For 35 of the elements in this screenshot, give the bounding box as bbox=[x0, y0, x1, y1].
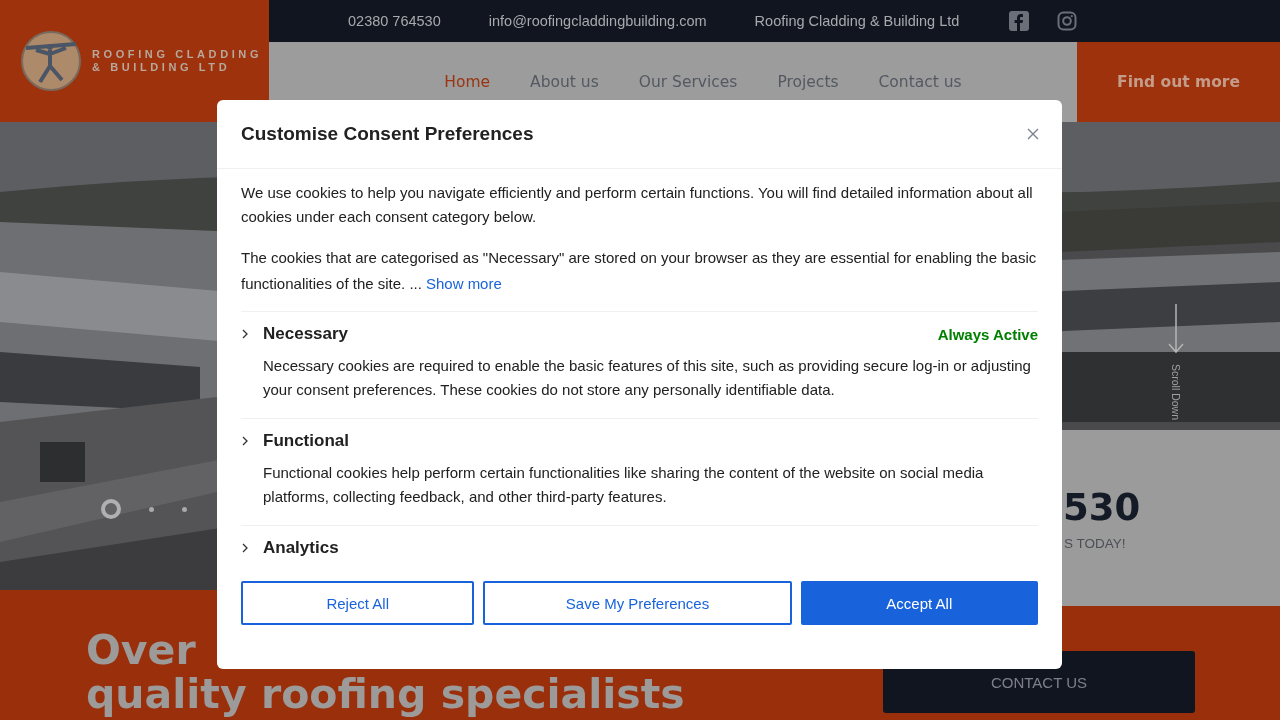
chevron-icon[interactable] bbox=[241, 329, 249, 339]
chevron-icon[interactable] bbox=[241, 543, 249, 553]
call-caption: S TODAY! bbox=[1064, 536, 1126, 551]
category-description: Functional cookies help perform certain functionalities like sharing the content of the website on social media platforms, collecting feedback, and other third-party features. bbox=[263, 463, 985, 507]
category-title[interactable]: Functional bbox=[263, 431, 1038, 451]
headline: Over bbox=[86, 628, 197, 672]
category-title[interactable]: Analytics bbox=[263, 538, 1038, 558]
show-more-link[interactable]: Show more bbox=[425, 275, 502, 292]
phone-number: 530 bbox=[1063, 486, 1141, 529]
instagram-icon[interactable] bbox=[1057, 11, 1078, 31]
logo-text: & BUILDING LTD bbox=[92, 61, 232, 74]
down-arrow-icon bbox=[1168, 304, 1184, 354]
carousel-dot[interactable] bbox=[149, 506, 154, 512]
company-name: Roofing Cladding & Building Ltd bbox=[754, 13, 960, 29]
consent-text: The cookies that are categorised as "Necessary" are stored on your browser as they are essential for enabling the basic functionalities of the site. ... Show more bbox=[241, 248, 1038, 294]
consent-text: We use cookies to help you navigate efficiently and perform certain functions. You will find detailed information about all cookies under each consent category below. bbox=[241, 183, 1034, 227]
dialog-title: Customise Consent Preferences bbox=[241, 123, 534, 145]
phone-number[interactable]: 02380 764530 bbox=[348, 13, 441, 29]
chevron-icon[interactable] bbox=[241, 436, 249, 446]
category-title[interactable]: Necessary bbox=[263, 324, 938, 344]
email-link[interactable]: info@roofingcladdingbuilding.com bbox=[488, 13, 707, 29]
carousel-dot[interactable] bbox=[101, 499, 121, 519]
find-out-more-button[interactable]: Find out more bbox=[1077, 42, 1280, 122]
status-label: Always Active bbox=[937, 325, 1038, 343]
facebook-icon[interactable] bbox=[1009, 11, 1030, 31]
carousel-dot[interactable] bbox=[182, 506, 187, 512]
category-description: Necessary cookies are required to enable the basic features of this site, such as providing secure log-in or adjusting your consent preferences. These cookies do not store any personally identifiable data. bbox=[263, 356, 1032, 400]
close-icon[interactable] bbox=[1026, 127, 1040, 141]
headline: quality roofing specialists bbox=[86, 672, 685, 716]
dialog-button[interactable]: Save My Preferences bbox=[483, 581, 792, 625]
logo-icon bbox=[20, 30, 82, 92]
dialog-button[interactable]: Accept All bbox=[800, 581, 1038, 625]
dialog-button[interactable]: Reject All bbox=[241, 581, 475, 625]
logo-text: ROOFING CLADDING bbox=[92, 48, 263, 61]
scroll-down-label: Scroll Down bbox=[1170, 364, 1182, 421]
